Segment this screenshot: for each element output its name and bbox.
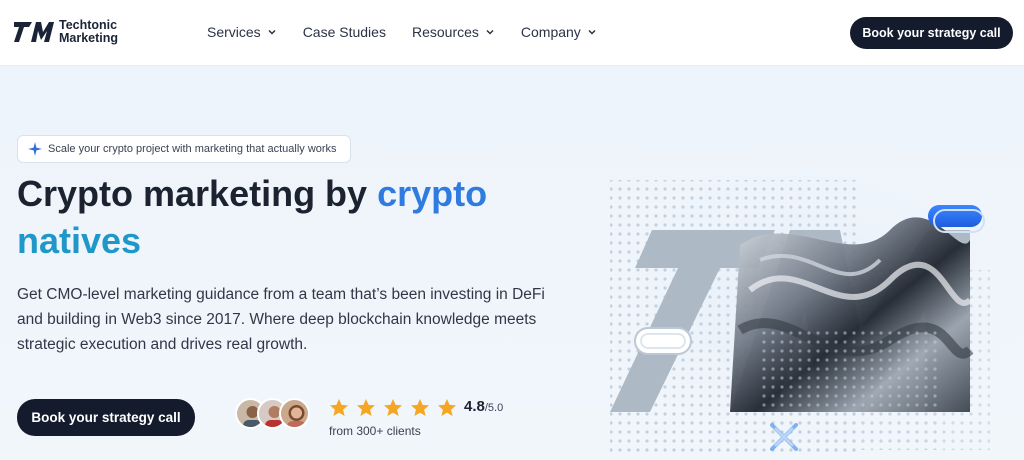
headline-text: Crypto marketing by <box>17 173 378 214</box>
book-strategy-call-button-header[interactable]: Book your strategy call <box>850 17 1013 49</box>
nav-item-company[interactable]: Company <box>521 24 597 40</box>
client-avatars <box>235 398 310 429</box>
clients-count: from 300+ clients <box>329 424 421 438</box>
rating-stars <box>329 398 464 418</box>
rating-max: /5.0 <box>484 402 504 414</box>
avatar <box>279 398 310 429</box>
headline-accent-natives: natives <box>17 220 142 261</box>
rating-score: 4.8/5.0 <box>464 398 503 415</box>
nav-item-label: Company <box>520 24 581 40</box>
brand-name-line2: Marketing <box>59 31 119 45</box>
book-strategy-call-button-hero[interactable]: Book your strategy call <box>17 399 195 436</box>
star-icon <box>330 399 348 416</box>
brand-name: Techtonic Marketing <box>59 19 118 45</box>
chevron-down-icon <box>268 29 276 35</box>
star-icon <box>411 399 429 416</box>
sparkle-icon <box>28 142 42 156</box>
hero-illustration <box>590 150 1024 460</box>
star-icon <box>357 399 375 416</box>
tagline-text: Scale your crypto project with marketing… <box>48 143 337 155</box>
headline-accent-crypto: crypto <box>377 173 488 214</box>
nav-item-case-studies[interactable]: Case Studies <box>303 24 386 40</box>
hero-description: Get CMO-level marketing guidance from a … <box>17 286 545 353</box>
site-header: Techtonic Marketing Services Case Studie… <box>0 0 1024 66</box>
hero-headline: Crypto marketing by crypto natives <box>17 170 577 264</box>
star-icon <box>438 399 456 416</box>
tm-logo-icon <box>14 22 54 42</box>
chevron-down-icon <box>486 29 494 35</box>
nav-item-label: Services <box>207 24 261 40</box>
hero-tagline-pill: Scale your crypto project with marketing… <box>17 135 351 163</box>
star-icon <box>384 399 402 416</box>
nav-item-resources[interactable]: Resources <box>412 24 495 40</box>
brand-logo[interactable]: Techtonic Marketing <box>14 19 118 45</box>
rating-value: 4.8 <box>464 398 485 415</box>
main-nav: Services Case Studies Resources Company <box>207 24 623 40</box>
nav-item-label: Resources <box>411 24 479 40</box>
chevron-down-icon <box>588 29 596 35</box>
nav-item-label: Case Studies <box>302 24 386 40</box>
nav-item-services[interactable]: Services <box>207 24 277 40</box>
